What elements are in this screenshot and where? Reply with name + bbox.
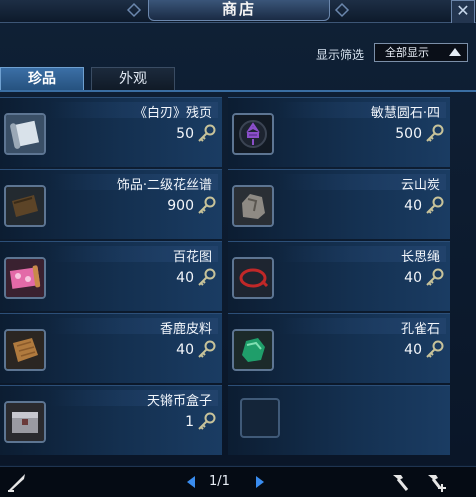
item-slot [4,401,46,443]
item-slot [4,185,46,227]
ornament-icon [334,2,350,18]
key-currency-icon [426,196,444,214]
shop-item[interactable]: 敏慧圆石·四 500 [228,97,450,167]
empty-slot [240,398,280,438]
hammer-icon[interactable] [389,471,411,493]
item-price: 40 [404,342,422,358]
leather-icon [6,331,44,369]
item-price: 40 [176,342,194,358]
item-name: 云山炭 [400,178,440,193]
item-slot [232,257,274,299]
key-currency-icon [198,268,216,286]
item-slot [4,257,46,299]
item-slot [4,113,46,155]
caret-up-icon [449,48,461,56]
key-currency-icon [198,412,216,430]
shop-item[interactable]: 天锵币盒子 1 [0,385,222,455]
window-header: 商店 [0,0,476,23]
bottom-toolbar: 1/1 [0,466,476,497]
item-name: 《白刃》残页 [133,106,212,121]
hammer-plus-icon[interactable] [425,471,447,493]
ornament-icon [126,2,142,18]
page-indicator: 1/1 [209,474,230,489]
window-title: 商店 [148,0,330,21]
item-price: 40 [176,270,194,286]
item-slot [4,329,46,371]
scroll-icon [6,115,44,153]
shop-item[interactable]: 云山炭 40 [228,169,450,239]
orb-stone-icon [234,115,272,153]
filigree-scroll-icon [6,187,44,225]
item-price: 500 [395,126,422,142]
item-name: 敏慧圆石·四 [370,106,440,121]
item-slot [232,113,274,155]
tab-treasures[interactable]: 珍品 [0,67,84,90]
repair-quill-icon[interactable] [6,471,28,493]
key-currency-icon [426,124,444,142]
key-currency-icon [198,196,216,214]
rope-icon [234,259,272,297]
item-price: 40 [404,270,422,286]
item-price: 50 [176,126,194,142]
key-currency-icon [198,124,216,142]
tab-appearance[interactable]: 外观 [91,67,175,90]
shop-item[interactable]: 香鹿皮料 40 [0,313,222,383]
item-name: 长思绳 [400,250,440,265]
shop-item[interactable]: 《白刃》残页 50 [0,97,222,167]
prev-page-button[interactable] [187,476,195,488]
next-page-button[interactable] [256,476,264,488]
item-price: 900 [167,198,194,214]
filter-label: 显示筛选 [316,48,365,62]
item-slot [232,185,274,227]
item-price: 40 [404,198,422,214]
item-name: 香鹿皮料 [159,322,212,337]
key-currency-icon [426,268,444,286]
shop-item[interactable]: 孔雀石 40 [228,313,450,383]
filter-select-value: 全部显示 [385,46,429,59]
flower-scroll-icon [6,259,44,297]
item-name: 饰品·二级花丝谱 [116,178,212,193]
coin-box-icon [6,403,44,441]
item-name: 孔雀石 [400,322,440,337]
item-price: 1 [185,414,194,430]
item-name: 百花图 [172,250,212,265]
shop-item[interactable]: 百花图 40 [0,241,222,311]
item-name: 天锵币盒子 [146,394,212,409]
tab-divider [0,90,476,92]
malachite-icon [234,331,272,369]
filter-select[interactable]: 全部显示 [374,43,468,62]
close-button[interactable]: ✕ [451,0,475,24]
empty-item-card [228,385,450,455]
charcoal-icon [234,187,272,225]
key-currency-icon [198,340,216,358]
item-slot [232,329,274,371]
key-currency-icon [426,340,444,358]
shop-item[interactable]: 饰品·二级花丝谱 900 [0,169,222,239]
shop-item[interactable]: 长思绳 40 [228,241,450,311]
